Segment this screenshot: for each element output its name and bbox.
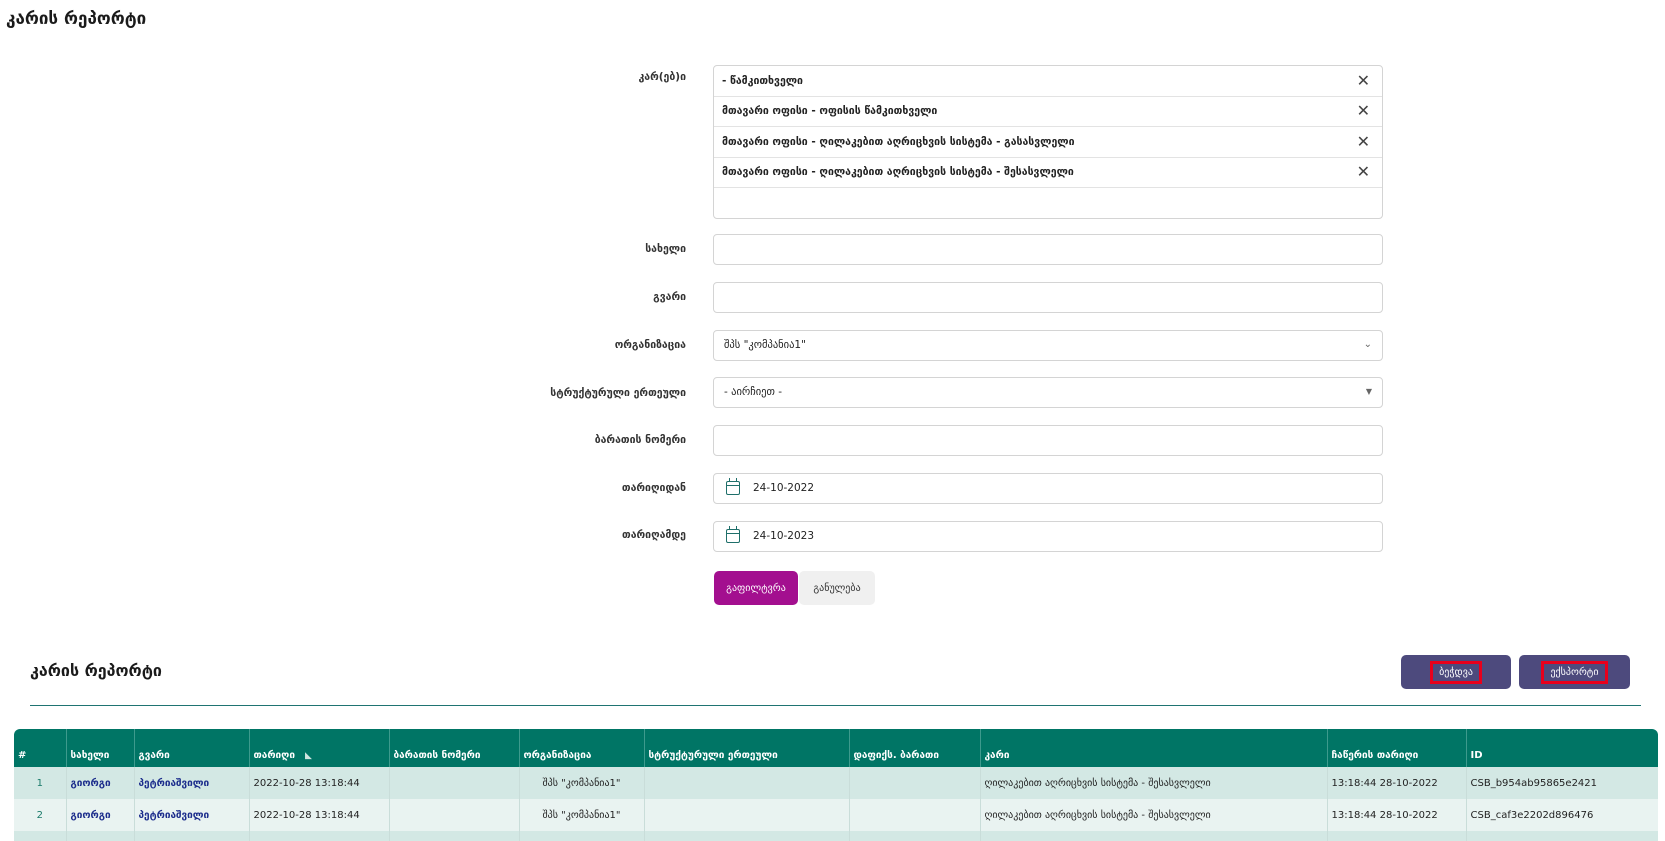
date-to-label: თარიღამდე: [622, 529, 686, 541]
filter-button[interactable]: გაფილტვრა: [714, 571, 798, 605]
cell-id: CSB_caf3e2202d896476: [1466, 799, 1658, 831]
cell-record-date: 13:18:44 28-10-2022: [1327, 767, 1467, 799]
doors-label: კარ(ებ)ი: [638, 71, 686, 83]
sort-icon[interactable]: ◣: [305, 751, 312, 761]
organization-label: ორგანიზაცია: [614, 339, 686, 351]
print-button-label: ბეჭდვა: [1430, 660, 1482, 684]
cell-name[interactable]: გიორგი: [66, 799, 135, 831]
door-option-label: მთავარი ოფისი - ოფისის წამკითხველი: [722, 105, 938, 118]
calendar-icon: [726, 478, 740, 495]
date-from-value: 24-10-2022: [753, 482, 815, 494]
cell-fixed-card: [849, 799, 981, 831]
cell-date: 2022-10-28 13:18:44: [249, 767, 390, 799]
col-id[interactable]: ID: [1466, 729, 1658, 767]
calendar-icon: [726, 526, 740, 543]
col-record-date[interactable]: ჩაწერის თარიღი: [1327, 729, 1467, 767]
structural-unit-value: - აირჩიეთ -: [724, 386, 783, 398]
card-number-input[interactable]: [713, 425, 1383, 456]
cell-surname[interactable]: პეტრიაშვილი: [134, 799, 250, 831]
name-label: სახელი: [645, 243, 686, 255]
cell-surname[interactable]: პეტრიაშვილი: [134, 767, 250, 799]
door-option: მთავარი ოფისი - ოფისის წამკითხველი ✕: [714, 97, 1382, 127]
col-organization[interactable]: ორგანიზაცია: [519, 729, 645, 767]
col-card-number[interactable]: ბარათის ნომერი: [389, 729, 520, 767]
col-name[interactable]: სახელი: [66, 729, 135, 767]
organization-select[interactable]: შპს "კომპანია1" ⌄: [713, 330, 1383, 361]
date-to-input[interactable]: 24-10-2023: [713, 521, 1383, 552]
caret-down-icon: ▼: [1365, 387, 1372, 396]
close-icon[interactable]: ✕: [1357, 164, 1370, 180]
cell-date: 2022-10-28 13:18:44: [249, 799, 390, 831]
surname-input[interactable]: [713, 282, 1383, 313]
cell-structural-unit: [644, 799, 850, 831]
table-row: [14, 831, 1658, 841]
cell-door: ღილაკებით აღრიცხვის სისტემა - შესასვლელი: [980, 767, 1328, 799]
table-header-row: # სახელი გვარი თარიღი ◣ ბარათის ნომერი ორ…: [14, 729, 1658, 767]
print-button[interactable]: ბეჭდვა: [1401, 655, 1511, 689]
cell-index: 2: [14, 799, 67, 831]
cell-index: 1: [14, 767, 67, 799]
col-fixed-card[interactable]: დაფიქს. ბარათი: [849, 729, 981, 767]
col-date[interactable]: თარიღი ◣: [249, 729, 390, 767]
cell-organization: შპს "კომპანია1": [519, 767, 645, 799]
door-option-label: - წამკითხველი: [722, 74, 803, 87]
col-door[interactable]: კარი: [980, 729, 1328, 767]
date-from-input[interactable]: 24-10-2022: [713, 473, 1383, 504]
col-index[interactable]: #: [14, 729, 67, 767]
structural-unit-select[interactable]: - აირჩიეთ - ▼: [713, 377, 1383, 408]
close-icon[interactable]: ✕: [1357, 103, 1370, 119]
table-row[interactable]: 2 გიორგი პეტრიაშვილი 2022-10-28 13:18:44…: [14, 799, 1658, 831]
cell-id: CSB_b954ab95865e2421: [1466, 767, 1658, 799]
door-option: მთავარი ოფისი - ღილაკებით აღრიცხვის სისტ…: [714, 127, 1382, 158]
door-option-label: მთავარი ოფისი - ღილაკებით აღრიცხვის სისტ…: [722, 166, 1074, 179]
card-number-label: ბარათის ნომერი: [594, 434, 686, 446]
cell-card-number: [389, 799, 520, 831]
date-from-label: თარიღიდან: [621, 482, 686, 494]
clear-button[interactable]: განულება: [799, 571, 875, 605]
doors-multiselect[interactable]: - წამკითხველი ✕ მთავარი ოფისი - ოფისის წ…: [713, 65, 1383, 219]
report-title: კარის რეპორტი: [30, 661, 162, 680]
chevron-down-icon: ⌄: [1363, 339, 1372, 350]
name-input[interactable]: [713, 234, 1383, 265]
col-surname[interactable]: გვარი: [134, 729, 250, 767]
export-button[interactable]: ექსპორტი: [1519, 655, 1630, 689]
section-divider: [30, 705, 1641, 706]
col-structural-unit[interactable]: სტრუქტურული ერთეული: [644, 729, 850, 767]
cell-card-number: [389, 767, 520, 799]
report-table: # სახელი გვარი თარიღი ◣ ბარათის ნომერი ორ…: [14, 729, 1658, 841]
door-option: - წამკითხველი ✕: [714, 66, 1382, 97]
door-option-label: მთავარი ოფისი - ღილაკებით აღრიცხვის სისტ…: [722, 135, 1075, 148]
close-icon[interactable]: ✕: [1357, 72, 1370, 89]
door-option: მთავარი ოფისი - ღილაკებით აღრიცხვის სისტ…: [714, 158, 1382, 188]
page-title: კარის რეპორტი: [6, 9, 147, 29]
col-date-label: თარიღი: [253, 749, 295, 761]
cell-structural-unit: [644, 767, 850, 799]
cell-record-date: 13:18:44 28-10-2022: [1327, 799, 1467, 831]
cell-name[interactable]: გიორგი: [66, 767, 135, 799]
organization-value: შპს "კომპანია1": [724, 339, 806, 351]
table-row[interactable]: 1 გიორგი პეტრიაშვილი 2022-10-28 13:18:44…: [14, 767, 1658, 799]
cell-door: ღილაკებით აღრიცხვის სისტემა - შესასვლელი: [980, 799, 1328, 831]
cell-organization: შპს "კომპანია1": [519, 799, 645, 831]
close-icon[interactable]: ✕: [1357, 133, 1370, 150]
cell-fixed-card: [849, 767, 981, 799]
surname-label: გვარი: [653, 291, 686, 303]
structural-unit-label: სტრუქტურული ერთეული: [550, 387, 686, 399]
date-to-value: 24-10-2023: [753, 530, 815, 542]
export-button-label: ექსპორტი: [1541, 660, 1608, 684]
